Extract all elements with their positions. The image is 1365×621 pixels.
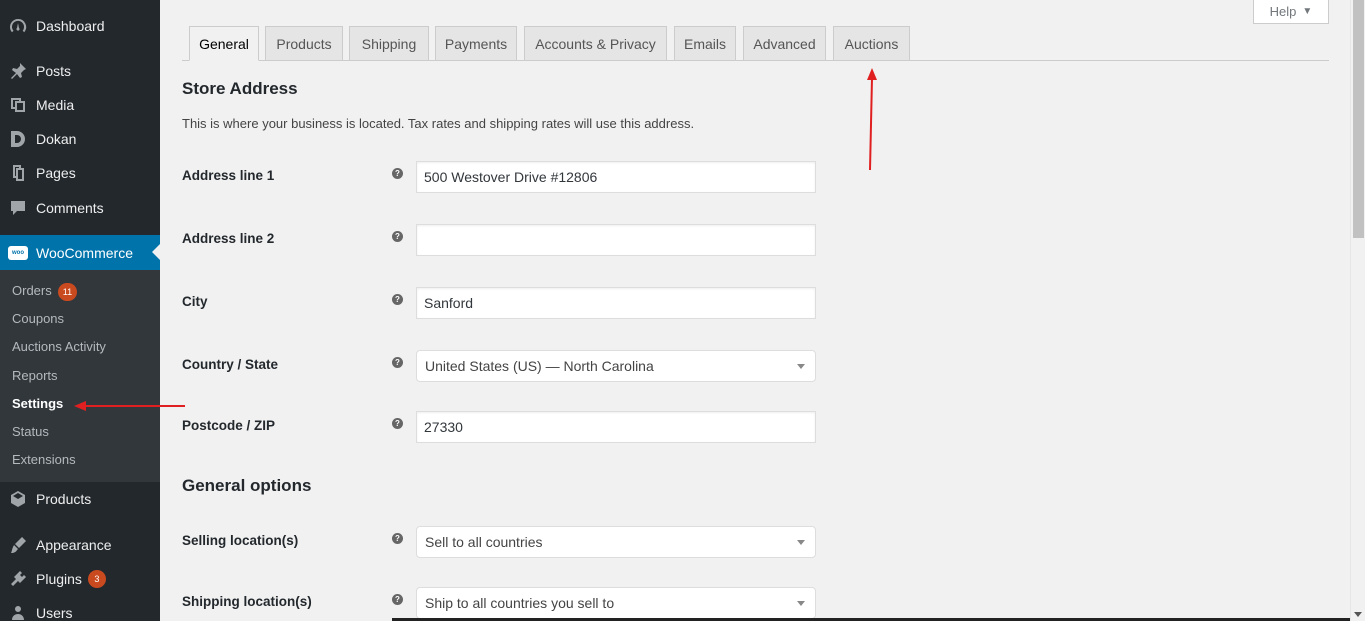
menu-item-products[interactable]: Products [0,482,160,516]
menu-item-comments[interactable]: Comments [0,191,160,225]
country-state-label: Country / State [182,357,279,372]
menu-item-dokan[interactable]: Dokan [0,122,160,156]
address-line-2-label: Address line 2 [182,231,275,246]
menu-item-media[interactable]: Media [0,88,160,122]
store-address-description: This is where your business is located. … [182,116,695,131]
users-icon [8,603,28,621]
menu-label: Plugins [36,571,82,587]
menu-label: Comments [36,200,104,216]
menu-item-posts[interactable]: Posts [0,54,160,88]
address-line-1-label: Address line 1 [182,168,275,183]
tab-payments[interactable]: Payments [435,26,517,61]
submenu-item-reports[interactable]: Reports [12,366,58,386]
pages-icon [8,163,28,183]
tab-general[interactable]: General [189,26,259,61]
tab-advanced[interactable]: Advanced [743,26,826,61]
address-line-2-input[interactable] [416,224,816,256]
shipping-locations-label: Shipping location(s) [182,594,312,609]
dropdown-arrow-icon [797,364,805,369]
admin-sidebar: Dashboard Posts Media Dokan Pages Commen… [0,0,160,621]
submenu-item-extensions[interactable]: Extensions [12,450,76,470]
tab-products[interactable]: Products [265,26,343,61]
tab-auctions[interactable]: Auctions [833,26,910,61]
active-menu-indicator [152,244,160,260]
postcode-label: Postcode / ZIP [182,418,276,433]
help-tip-icon[interactable]: ? [392,231,403,242]
tab-accounts-privacy[interactable]: Accounts & Privacy [524,26,667,61]
city-label: City [182,294,208,309]
orders-count-badge: 11 [57,282,78,301]
dropdown-arrow-icon [797,540,805,545]
help-tip-icon[interactable]: ? [392,357,403,368]
country-state-select[interactable]: United States (US) — North Carolina [416,350,816,382]
menu-item-appearance[interactable]: Appearance [0,528,160,562]
help-tip-icon[interactable]: ? [392,418,403,429]
submenu-item-coupons[interactable]: Coupons [12,309,64,329]
woocommerce-icon: woo [8,243,28,263]
submenu-item-settings[interactable]: Settings [12,394,63,414]
dropdown-arrow-icon [797,601,805,606]
annotation-arrow-auctions [867,68,877,171]
help-tip-icon[interactable]: ? [392,294,403,305]
menu-item-pages[interactable]: Pages [0,156,160,190]
submenu-item-status[interactable]: Status [12,422,49,442]
menu-label: Products [36,491,92,507]
menu-item-woocommerce[interactable]: woo WooCommerce [0,235,160,270]
submenu-item-orders[interactable]: Orders 11 [12,281,78,301]
tab-shipping[interactable]: Shipping [349,26,429,61]
menu-item-dashboard[interactable]: Dashboard [0,9,160,43]
menu-label: Users [36,605,73,621]
menu-label: Media [36,97,75,113]
postcode-input[interactable] [416,411,816,443]
general-options-heading: General options [182,476,312,495]
menu-label: Pages [36,165,76,181]
menu-label: Dokan [36,131,77,147]
store-address-heading: Store Address [182,79,298,98]
menu-label: Posts [36,63,72,79]
menu-label: Appearance [36,537,112,553]
address-line-1-input[interactable] [416,161,816,193]
menu-label: Dashboard [36,18,105,34]
caret-down-icon: ▼ [1302,6,1313,17]
menu-item-users[interactable]: Users [0,596,160,621]
scrollbar-thumb[interactable] [1353,0,1364,238]
page-scrollbar[interactable] [1350,0,1365,621]
help-tip-icon[interactable]: ? [392,594,403,605]
pin-icon [8,61,28,81]
plugins-update-badge: 3 [87,570,106,588]
products-icon [8,489,28,509]
selling-locations-select[interactable]: Sell to all countries [416,526,816,558]
menu-item-plugins[interactable]: Plugins 3 [0,562,160,596]
help-tip-icon[interactable]: ? [392,533,403,544]
tab-emails[interactable]: Emails [674,26,736,61]
plugins-icon [8,569,28,589]
selling-locations-label: Selling location(s) [182,533,299,548]
scroll-down-arrow-icon[interactable] [1354,612,1362,617]
help-tip-icon[interactable]: ? [392,168,403,179]
shipping-locations-select[interactable]: Ship to all countries you sell to [416,587,816,619]
city-input[interactable] [416,287,816,319]
submenu-item-auctions-activity[interactable]: Auctions Activity [12,337,106,357]
menu-label: WooCommerce [36,244,133,261]
media-icon [8,95,28,115]
dashboard-icon [8,16,28,36]
appearance-icon [8,535,28,555]
woocommerce-submenu: Orders 11 Coupons Auctions Activity Repor… [0,270,160,482]
help-button[interactable]: Help ▼ [1253,0,1329,24]
dokan-icon [8,129,28,149]
comments-icon [8,198,28,218]
